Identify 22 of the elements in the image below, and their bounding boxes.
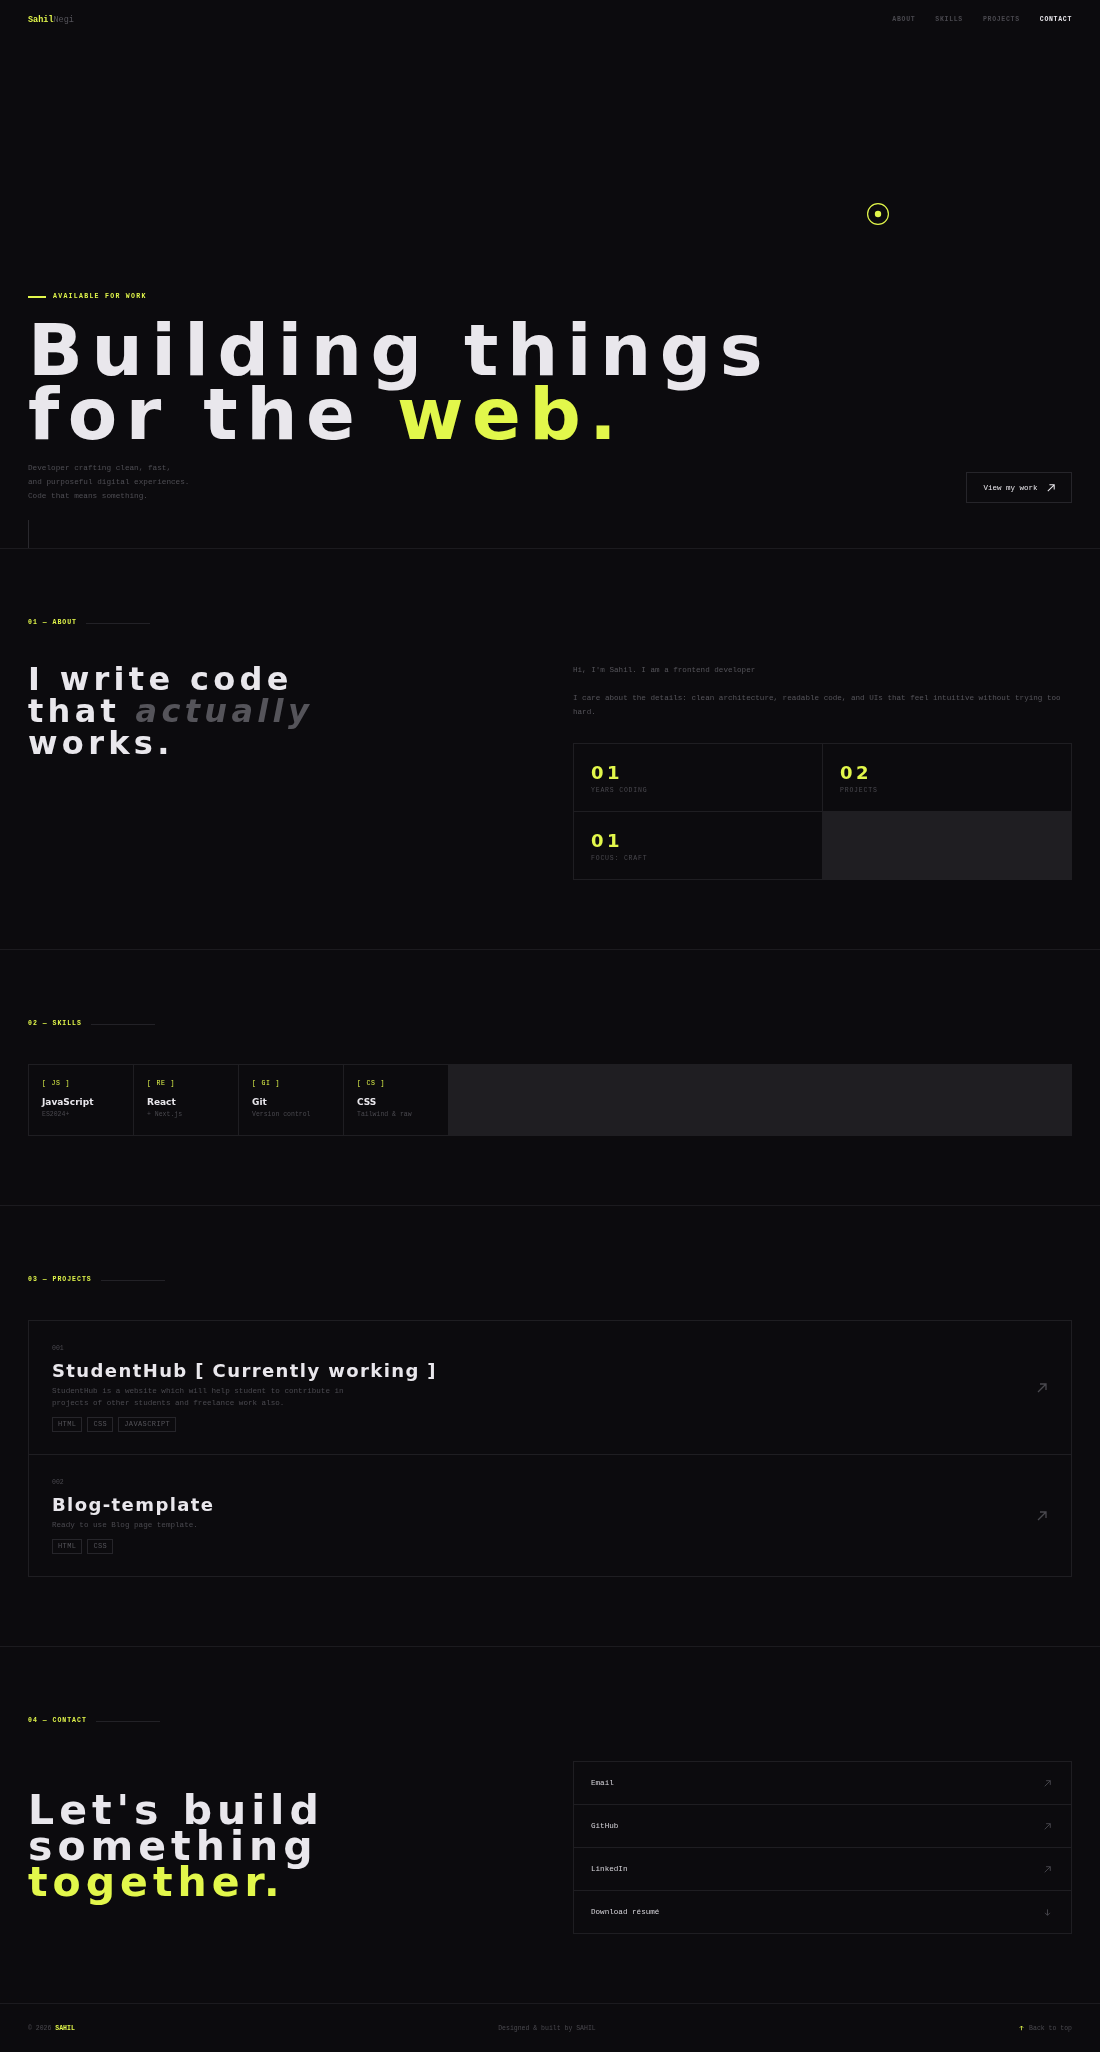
arrow-up-right-icon (1046, 483, 1055, 492)
skill-name: CSS (357, 1096, 377, 1109)
arrow-up-right-icon (1037, 1382, 1047, 1393)
project-title: Blog-template (52, 1494, 215, 1516)
arrow-up-right-icon (1037, 1510, 1047, 1521)
stat-value: 01 (591, 765, 624, 781)
skill-name: JavaScript (42, 1096, 94, 1109)
skill-name: React (147, 1096, 176, 1109)
arrow-up-icon (1019, 2025, 1025, 2031)
closing-heading: Let's build something together. (28, 1787, 324, 1908)
stat-value: 01 (591, 833, 624, 849)
arrow-up-right-icon (1044, 1822, 1051, 1830)
stat-value: 02 (840, 765, 873, 781)
arrow-down-icon (1044, 1908, 1051, 1916)
arrow-up-right-icon (1044, 1779, 1051, 1787)
skill-name: Git (252, 1096, 267, 1109)
arrow-up-right-icon (1044, 1865, 1051, 1873)
project-title: StudentHub [ Currently working ] (52, 1360, 437, 1382)
hero-heading: Building things for the web. (28, 318, 772, 446)
about-heading: I write code that actually works. (28, 663, 314, 759)
ring-dot-icon (867, 203, 889, 225)
logo-text: SahilNegi (28, 15, 74, 25)
